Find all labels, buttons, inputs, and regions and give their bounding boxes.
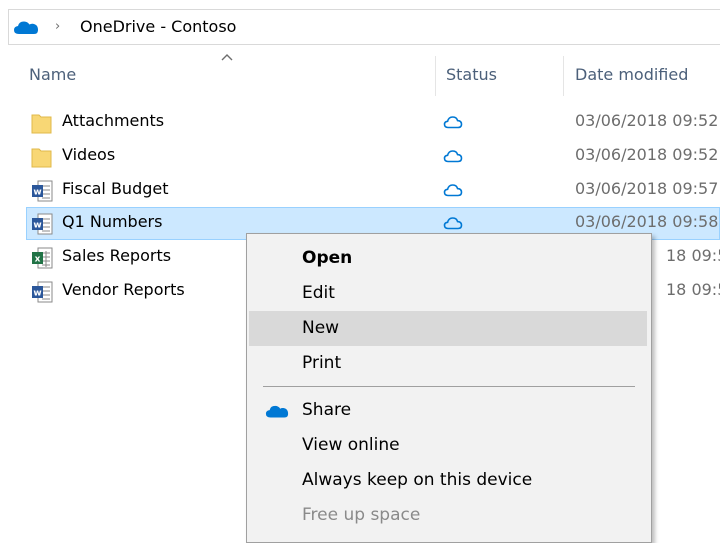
cloud-outline-icon — [443, 150, 463, 163]
column-header-date-modified[interactable]: Date modified — [575, 65, 688, 84]
cloud-outline-icon — [443, 217, 463, 230]
svg-text:w: w — [33, 221, 41, 231]
context-menu: Open Edit New Print Share View online Al… — [246, 233, 652, 543]
breadcrumb-onedrive-contoso[interactable]: OneDrive - Contoso — [80, 17, 236, 36]
menu-separator — [263, 386, 635, 387]
menu-item-open[interactable]: Open — [249, 241, 647, 276]
menu-item-new[interactable]: New — [249, 311, 647, 346]
file-name: Sales Reports — [62, 246, 172, 265]
menu-item-label: New — [302, 318, 340, 338]
menu-item-label: Print — [302, 353, 342, 373]
file-row-videos[interactable]: Videos 03/06/2018 09:52 — [26, 140, 720, 173]
column-divider[interactable] — [435, 56, 436, 96]
address-bar[interactable]: › OneDrive - Contoso — [8, 9, 720, 45]
file-date: 03/06/2018 09:58 — [575, 212, 719, 231]
file-date: 18 09:58 — [666, 280, 720, 299]
file-row-fiscal-budget[interactable]: w Fiscal Budget 03/06/2018 09:57 — [26, 174, 720, 207]
column-header-name[interactable]: Name — [29, 65, 76, 84]
menu-item-label: Open — [302, 248, 353, 268]
svg-text:w: w — [33, 188, 41, 198]
svg-text:w: w — [33, 289, 41, 299]
file-name: Attachments — [62, 111, 165, 130]
cloud-outline-icon — [443, 184, 463, 197]
menu-item-edit[interactable]: Edit — [249, 276, 647, 311]
file-date: 03/06/2018 09:52 — [575, 145, 719, 164]
word-document-icon: w — [32, 281, 53, 303]
word-document-icon: w — [32, 180, 53, 202]
menu-item-label: Always keep on this device — [302, 470, 533, 490]
word-document-icon: w — [32, 213, 53, 235]
file-name: Vendor Reports — [62, 280, 185, 299]
onedrive-cloud-icon — [14, 21, 39, 34]
svg-text:x: x — [35, 255, 41, 265]
column-header-row: Name Status Date modified — [0, 56, 720, 96]
menu-item-label: View online — [302, 435, 400, 455]
menu-item-share[interactable]: Share — [249, 393, 647, 428]
file-name: Fiscal Budget — [62, 179, 169, 198]
menu-item-print[interactable]: Print — [249, 346, 647, 381]
cloud-outline-icon — [443, 116, 463, 129]
file-date: 03/06/2018 09:57 — [575, 179, 719, 198]
column-header-status[interactable]: Status — [446, 65, 497, 84]
excel-document-icon: x — [32, 247, 53, 269]
file-date: 03/06/2018 09:52 — [575, 111, 719, 130]
menu-item-label: Free up space — [302, 505, 421, 525]
menu-item-free-up-space: Free up space — [249, 498, 647, 533]
folder-icon — [31, 114, 52, 134]
onedrive-cloud-icon — [265, 405, 289, 418]
file-row-attachments[interactable]: Attachments 03/06/2018 09:52 — [26, 106, 720, 139]
menu-item-label: Edit — [302, 283, 335, 303]
file-date: 18 09:59 — [666, 246, 720, 265]
folder-icon — [31, 148, 52, 168]
chevron-right-icon[interactable]: › — [55, 19, 60, 34]
menu-item-view-online[interactable]: View online — [249, 428, 647, 463]
file-name: Videos — [62, 145, 116, 164]
file-name: Q1 Numbers — [62, 212, 163, 231]
column-divider[interactable] — [563, 56, 564, 96]
menu-item-label: Share — [302, 400, 352, 420]
menu-item-always-keep-on-device[interactable]: Always keep on this device — [249, 463, 647, 498]
